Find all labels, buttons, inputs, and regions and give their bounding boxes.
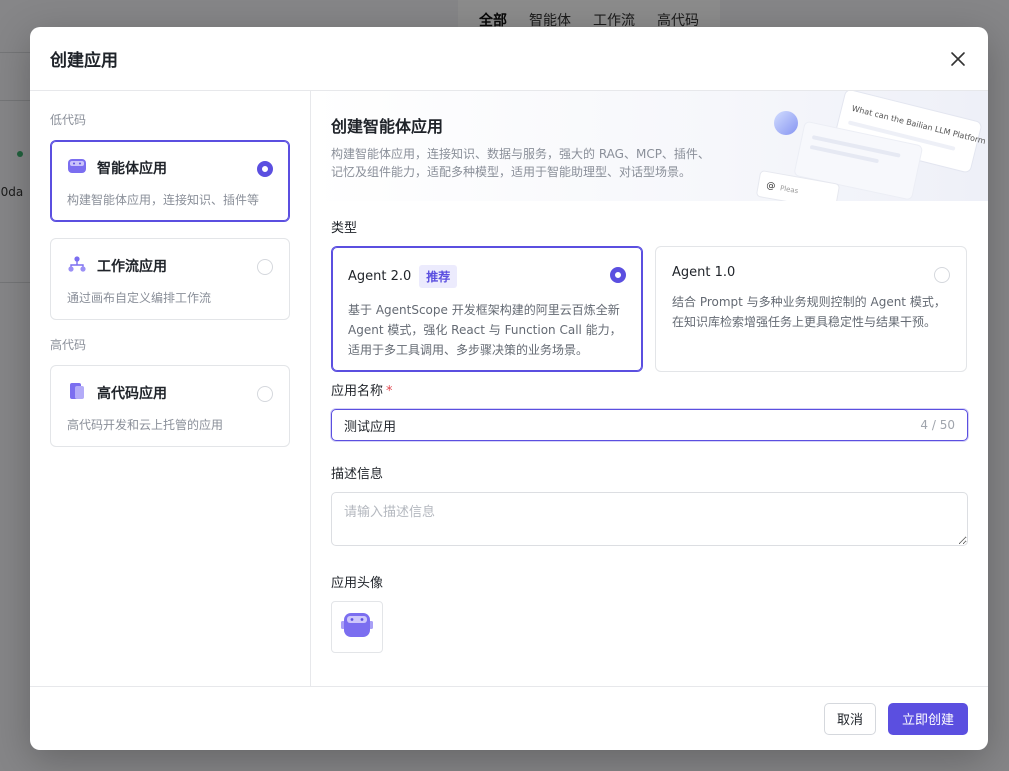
agent-type-name: Agent 1.0 bbox=[672, 265, 736, 280]
agent-type-desc: 结合 Prompt 与多种业务规则控制的 Agent 模式，在知识库检索增强任务… bbox=[672, 295, 946, 329]
type-label: 类型 bbox=[331, 221, 358, 236]
app-name-input[interactable] bbox=[332, 410, 967, 440]
create-button[interactable]: 立即创建 bbox=[888, 702, 968, 735]
agent-type-1[interactable]: Agent 1.0 结合 Prompt 与多种业务规则控制的 Agent 模式，… bbox=[655, 246, 967, 372]
dialog-body: 低代码 智能体应用 构建智能体应用，连接知识、插件等 工作流应用 通过画布自定义… bbox=[30, 91, 988, 686]
banner-illustration: What can the Bailian LLM Platform do? @ … bbox=[756, 91, 988, 201]
app-type-desc: 通过画布自定义编排工作流 bbox=[67, 291, 212, 305]
app-name-label: 应用名称 * bbox=[331, 384, 393, 399]
app-type-name: 高代码应用 bbox=[97, 386, 167, 402]
agent-type-desc: 基于 AgentScope 开发框架构建的阿里云百炼全新 Agent 模式，强化… bbox=[348, 303, 622, 357]
section-label-high-code: 高代码 bbox=[50, 338, 87, 352]
radio-unselected[interactable] bbox=[934, 267, 950, 283]
dialog-footer: 取消 立即创建 bbox=[30, 686, 988, 750]
radio-unselected[interactable] bbox=[257, 259, 273, 275]
avatar-label: 应用头像 bbox=[331, 576, 384, 591]
avatar-picker[interactable] bbox=[331, 601, 383, 653]
app-type-workflow[interactable]: 工作流应用 通过画布自定义编排工作流 bbox=[50, 238, 290, 320]
char-counter: 4 / 50 bbox=[920, 418, 955, 432]
app-type-agent[interactable]: 智能体应用 构建智能体应用，连接知识、插件等 bbox=[50, 140, 290, 222]
app-form: 类型 Agent 2.0 推荐 基于 AgentScope 开发框架构建的阿里云… bbox=[311, 201, 988, 653]
workflow-icon bbox=[67, 255, 87, 277]
agent-type-options: Agent 2.0 推荐 基于 AgentScope 开发框架构建的阿里云百炼全… bbox=[331, 246, 968, 372]
radio-unselected[interactable] bbox=[257, 386, 273, 402]
app-type-high-code[interactable]: 高代码应用 高代码开发和云上托管的应用 bbox=[50, 365, 290, 447]
app-type-desc: 高代码开发和云上托管的应用 bbox=[67, 418, 224, 432]
agent-type-name: Agent 2.0 bbox=[348, 269, 412, 284]
dialog-header: 创建应用 bbox=[30, 27, 988, 91]
banner: 创建智能体应用 构建智能体应用，连接知识、数据与服务，强大的 RAG、MCP、插… bbox=[311, 91, 988, 201]
desc-textarea[interactable] bbox=[331, 492, 968, 546]
app-type-name: 工作流应用 bbox=[97, 259, 167, 275]
agent-type-2[interactable]: Agent 2.0 推荐 基于 AgentScope 开发框架构建的阿里云百炼全… bbox=[331, 246, 643, 372]
cancel-button[interactable]: 取消 bbox=[824, 702, 876, 735]
radio-selected[interactable] bbox=[257, 161, 273, 177]
recommended-badge: 推荐 bbox=[419, 265, 458, 288]
agent-robot-icon bbox=[67, 157, 87, 179]
app-name-field[interactable]: 4 / 50 bbox=[331, 409, 968, 441]
desc-label: 描述信息 bbox=[331, 467, 384, 482]
close-icon[interactable] bbox=[948, 49, 968, 69]
code-doc-icon bbox=[67, 382, 87, 404]
banner-desc: 构建智能体应用，连接知识、数据与服务，强大的 RAG、MCP、插件、记忆及组件能… bbox=[331, 147, 710, 179]
radio-selected[interactable] bbox=[610, 267, 626, 283]
create-app-dialog: 创建应用 低代码 智能体应用 构建智能体应用，连接知识、插件等 工作流应用 通过… bbox=[30, 27, 988, 750]
app-type-desc: 构建智能体应用，连接知识、插件等 bbox=[67, 193, 260, 207]
svg-text:@: @ bbox=[765, 181, 776, 192]
app-config-pane: 创建智能体应用 构建智能体应用，连接知识、数据与服务，强大的 RAG、MCP、插… bbox=[311, 91, 988, 686]
app-type-list: 低代码 智能体应用 构建智能体应用，连接知识、插件等 工作流应用 通过画布自定义… bbox=[30, 91, 311, 686]
section-label-low-code: 低代码 bbox=[50, 113, 87, 127]
dialog-title: 创建应用 bbox=[50, 51, 118, 71]
app-type-name: 智能体应用 bbox=[97, 161, 167, 177]
agent-robot-icon bbox=[340, 611, 374, 643]
required-mark: * bbox=[386, 384, 393, 399]
